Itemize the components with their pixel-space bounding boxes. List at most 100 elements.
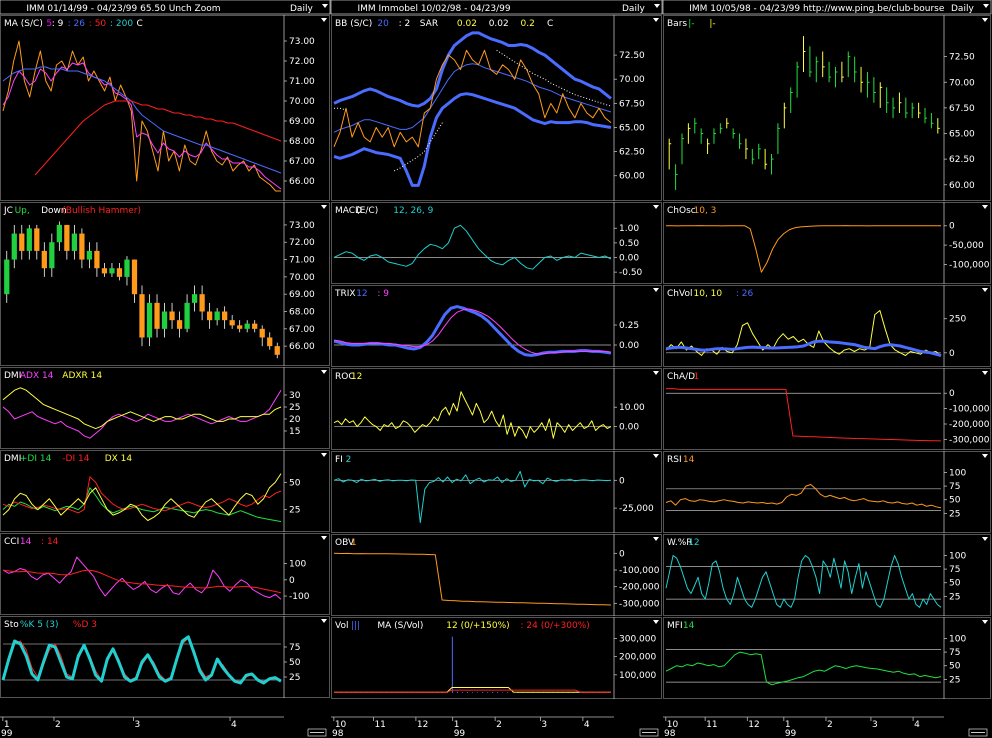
panel-legend-item: 12 [356, 289, 367, 299]
panel-menu-arrow-icon[interactable] [321, 18, 327, 22]
panel-legend-item: Bars [667, 19, 687, 29]
indicator-series-line [333, 92, 612, 187]
axis-tick-label: 70.00 [289, 273, 315, 283]
date-axis: 1 2 3 499 [0, 716, 327, 738]
date-axis: 10 11 12 1 2 3 498 99 [331, 716, 659, 738]
panel-legend-item: JC [3, 206, 13, 216]
period-selector[interactable]: Daily [290, 4, 313, 14]
candle-body [79, 233, 85, 260]
indicator-panel-c1p4: DMI +DI 14 -DI 14 DX 14 50 25 [0, 450, 330, 532]
axis-tick-label: 72.00 [289, 238, 315, 248]
axis-tick-label: 72.50 [949, 53, 975, 63]
candle-body [169, 311, 175, 321]
panel-legend-item: 1 [351, 538, 357, 548]
column-header-title: IMM 01/14/99 - 04/23/99 65.50 Unch Zoom [26, 4, 220, 14]
panel-legend-item: 12 (0/+150%) [446, 621, 509, 631]
candle-body [86, 250, 93, 260]
axis-tick-label: -200,000 [619, 583, 660, 593]
axis-tick-label: -25,000 [619, 504, 654, 514]
indicator-series-line [333, 308, 612, 355]
axis-tick-label: 0.25 [619, 321, 639, 331]
panel-menu-arrow-icon[interactable] [982, 454, 988, 458]
indicator-series-line [666, 388, 942, 442]
axis-tick-label: 68.00 [289, 308, 315, 318]
candle-body [252, 323, 258, 329]
panel-legend-item: 14 [683, 455, 695, 465]
candle-body [101, 268, 108, 274]
panel-menu-arrow-icon[interactable] [321, 536, 327, 540]
panel-menu-arrow-icon[interactable] [982, 18, 988, 22]
panel-legend-item: C [137, 19, 143, 29]
indicator-series-line [333, 305, 612, 357]
panel-menu-arrow-icon[interactable] [653, 288, 659, 292]
panel-legend-item: TRIX [334, 289, 356, 299]
panel-menu-arrow-icon[interactable] [982, 288, 988, 292]
panel-legend-item: DX 14 [105, 454, 133, 464]
period-selector[interactable]: Daily [951, 4, 974, 14]
candle-body [19, 233, 25, 251]
panel-legend-item: : 24 (0/+300%) [521, 621, 590, 631]
panel-menu-arrow-icon[interactable] [653, 620, 659, 624]
panel-border [331, 534, 662, 616]
panel-menu-arrow-icon[interactable] [982, 205, 988, 209]
panel-legend-item: SAR [420, 19, 438, 29]
indicator-panel-c3p1: Bars |- |- 72.50 70.00 67.50 65.00 62.50 60.00 [663, 15, 991, 201]
panel-legend-item: BB (S/C) [335, 19, 372, 29]
axis-tick-label: 50 [289, 658, 301, 668]
panel-menu-arrow-icon[interactable] [982, 371, 988, 375]
panel-legend-item: ChA/D [667, 372, 695, 382]
indicator-series-line [2, 389, 282, 439]
panel-menu-arrow-icon[interactable] [321, 453, 327, 457]
panel-legend-item: : 9 [377, 289, 389, 299]
indicator-series-line [333, 224, 612, 270]
axis-tick-label: 250 [949, 315, 966, 325]
panel-legend-item: ADX 14 [20, 371, 54, 381]
candle-body [124, 259, 130, 277]
axis-tick-label: 100,000 [619, 671, 656, 681]
year-label: 98 [332, 729, 344, 738]
indicator-series-line [2, 40, 281, 192]
chart-column-c2: IMM Immobel 10/02/98 - 04/23/99 Daily BB (… [330, 0, 663, 738]
panel-legend-item: : 26 [736, 289, 754, 299]
axis-tick-label: 25 [949, 509, 960, 519]
candle-body [41, 250, 47, 269]
panel-border [663, 15, 991, 201]
column-header-title: IMM Immobel 10/02/98 - 04/23/99 [357, 4, 510, 14]
panel-legend-item: |- [688, 19, 694, 29]
axis-tick-label: 50 [949, 579, 961, 589]
panel-menu-arrow-icon[interactable] [321, 619, 327, 623]
candle-body [94, 250, 100, 269]
candle-body [214, 311, 220, 321]
date-tick-label: 2 [496, 720, 502, 730]
period-selector[interactable]: Daily [622, 4, 645, 14]
panel-legend-item: 12 [351, 372, 362, 382]
axis-tick-label: 68.00 [289, 137, 315, 147]
panel-menu-arrow-icon[interactable] [321, 205, 327, 209]
panel-menu-arrow-icon[interactable] [653, 205, 659, 209]
axis-tick-label: 71.00 [289, 77, 315, 87]
panel-menu-arrow-icon[interactable] [653, 371, 659, 375]
indicator-panel-c2p4: ROC 1210.000.00 [331, 368, 662, 450]
indicator-panel-c3p5: RSI 14 100 75 50 25 [663, 451, 991, 533]
axis-tick-label: -300,000 [949, 435, 990, 445]
panel-menu-arrow-icon[interactable] [321, 370, 327, 374]
date-tick-label: 12 [748, 720, 759, 730]
panel-legend-item: 10, 10 [694, 289, 723, 299]
axis-tick-label: 0 [619, 549, 625, 559]
panel-menu-arrow-icon[interactable] [653, 537, 659, 541]
candle-body [229, 320, 235, 326]
candle-body [139, 294, 145, 338]
panel-menu-arrow-icon[interactable] [653, 18, 659, 22]
axis-tick-label: 25 [289, 673, 300, 683]
axis-tick-label: 70.00 [289, 97, 315, 107]
axis-tick-label: 72.00 [289, 57, 315, 67]
panel-menu-arrow-icon[interactable] [982, 537, 988, 541]
candle-body [199, 294, 205, 312]
candle-body [222, 311, 228, 321]
panel-menu-arrow-icon[interactable] [982, 620, 988, 624]
indicator-panel-c1p6: Sto %K 5 (3) %D 3 75 50 25 [0, 616, 330, 698]
panel-menu-arrow-icon[interactable] [653, 454, 659, 458]
candle-body [161, 311, 168, 329]
date-axis: 10 11 12 1 2 3 498 99 [663, 716, 988, 738]
axis-tick-label: 69.00 [289, 290, 315, 300]
